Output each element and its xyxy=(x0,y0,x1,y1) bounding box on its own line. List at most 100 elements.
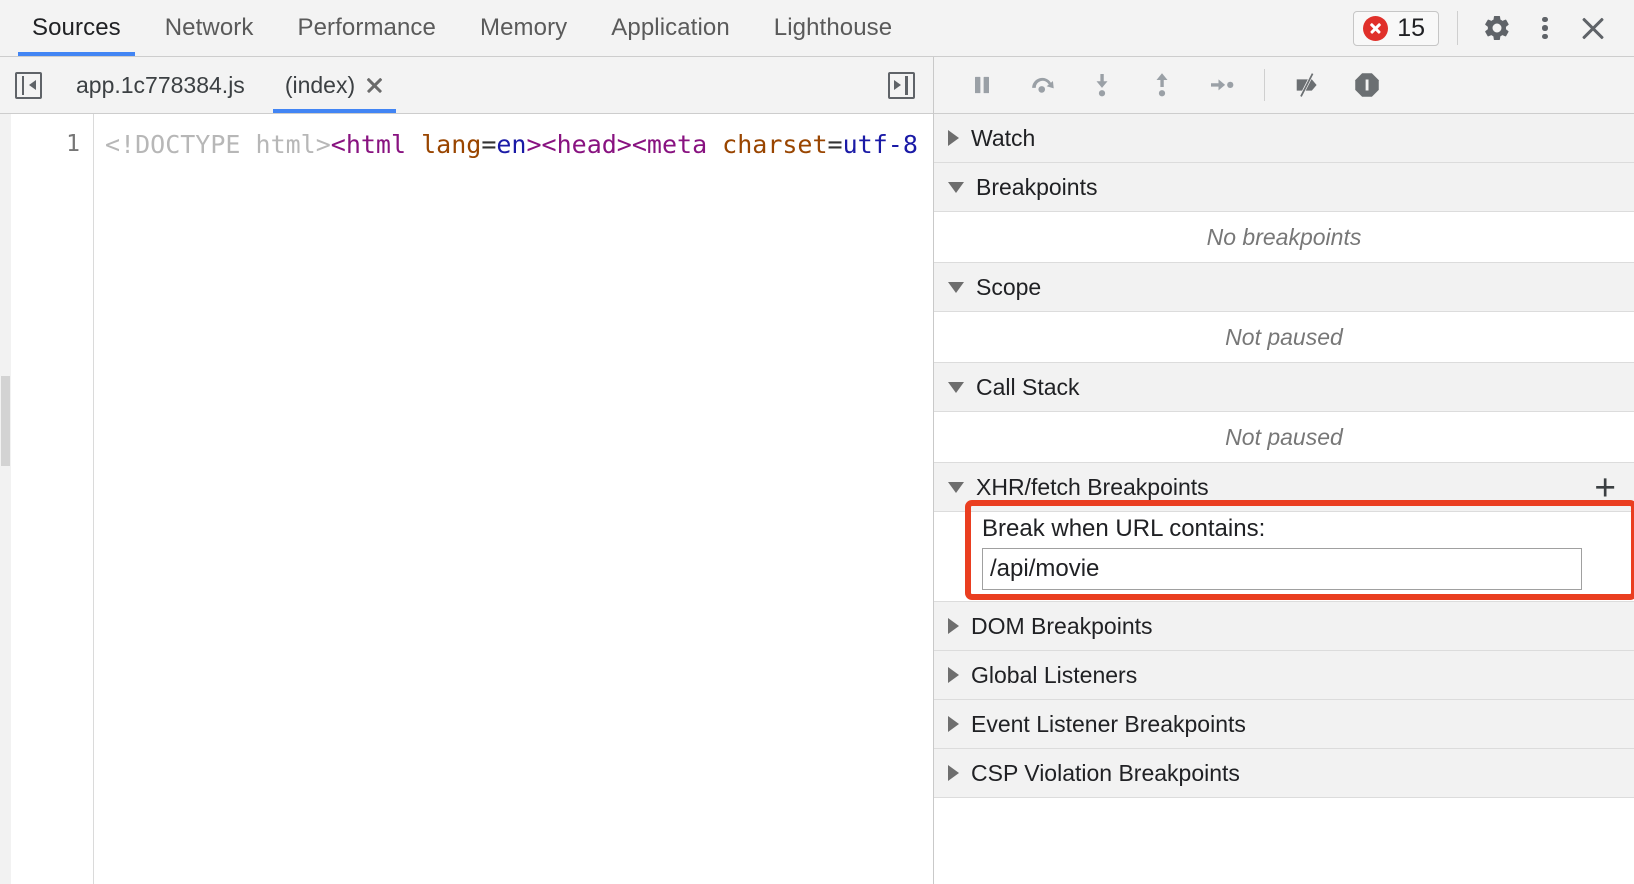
tab-lighthouse-label: Lighthouse xyxy=(773,14,893,41)
code-token-lang-attr: lang xyxy=(406,130,482,159)
sidebar-section-watch-label: Watch xyxy=(971,124,1036,151)
pause-resume-button[interactable] xyxy=(954,61,1010,109)
chevron-down-icon xyxy=(948,381,964,393)
tab-memory-label: Memory xyxy=(479,14,568,41)
xhr-breakpoint-prompt: Break when URL contains: xyxy=(982,515,1266,542)
deactivate-breakpoints-icon xyxy=(1296,72,1317,98)
tabbar-actions: 15 xyxy=(1353,0,1634,56)
scope-empty-text: Not paused xyxy=(1225,323,1343,350)
code-token-eq-1: = xyxy=(481,130,497,159)
tab-performance-label: Performance xyxy=(297,14,436,41)
show-debugger-sidebar-icon xyxy=(887,71,915,99)
sidebar-section-call-stack-label: Call Stack xyxy=(976,373,1080,400)
kebab-menu-icon xyxy=(1542,14,1548,43)
tab-close-icon[interactable] xyxy=(365,76,384,95)
file-tab-app-js[interactable]: app.1c778384.js xyxy=(56,57,265,113)
tab-sources-label: Sources xyxy=(32,14,121,41)
add-xhr-breakpoint-button[interactable]: + xyxy=(1594,469,1616,506)
code-token-utf8-value: utf-8 xyxy=(842,130,918,159)
sidebar-section-dom-breakpoints-label: DOM Breakpoints xyxy=(971,612,1153,639)
file-tab-app-js-label: app.1c778384.js xyxy=(76,71,245,98)
debugger-sidebar-pane: Watch Breakpoints No breakpoints Scope N… xyxy=(934,57,1634,884)
code-token-gt-1: > xyxy=(526,130,542,159)
code-token-meta-tag: <meta xyxy=(631,130,708,159)
xhr-breakpoint-form: Break when URL contains: xyxy=(982,510,1634,590)
editor-line-number-gutter: 1 xyxy=(11,114,94,884)
devtools-panel-tabbar: Sources Network Performance Memory Appli… xyxy=(0,0,1634,57)
sidebar-section-xhr-breakpoints-label: XHR/fetch Breakpoints xyxy=(976,473,1209,500)
tab-network[interactable]: Network xyxy=(143,0,276,56)
sidebar-section-xhr-breakpoints[interactable]: XHR/fetch Breakpoints + xyxy=(934,463,1634,512)
sources-editor-pane: app.1c778384.js (index) 1 <!DOCTYPE html… xyxy=(0,57,934,884)
call-stack-empty-message: Not paused xyxy=(934,412,1634,463)
sidebar-section-global-listeners-label: Global Listeners xyxy=(971,661,1138,688)
sidebar-section-csp-violation-breakpoints[interactable]: CSP Violation Breakpoints xyxy=(934,749,1634,798)
tab-memory[interactable]: Memory xyxy=(458,0,589,56)
deactivate-breakpoints-button[interactable] xyxy=(1279,61,1335,109)
sidebar-section-breakpoints[interactable]: Breakpoints xyxy=(934,163,1634,212)
file-tab-index-label: (index) xyxy=(284,71,356,98)
chevron-right-icon xyxy=(948,618,959,634)
chevron-right-icon xyxy=(948,130,959,146)
sidebar-section-scope-label: Scope xyxy=(976,273,1042,300)
tab-lighthouse[interactable]: Lighthouse xyxy=(752,0,914,56)
pause-on-exceptions-button[interactable] xyxy=(1339,61,1395,109)
tab-application-label: Application xyxy=(611,14,730,41)
gear-icon xyxy=(1485,15,1509,41)
editor-vertical-scrollbar[interactable] xyxy=(0,114,11,884)
settings-button[interactable] xyxy=(1474,5,1520,51)
step-into-button[interactable] xyxy=(1074,61,1130,109)
code-token-doctype: <!DOCTYPE html> xyxy=(105,130,331,159)
show-debugger-sidebar-button[interactable] xyxy=(869,57,933,113)
chevron-right-icon xyxy=(948,765,959,781)
code-token-en-value: en xyxy=(496,130,527,159)
step-over-button[interactable] xyxy=(1014,61,1070,109)
step-into-icon xyxy=(1096,74,1108,97)
toolbar-divider xyxy=(1457,11,1458,45)
chevron-down-icon xyxy=(948,481,964,493)
step-over-icon xyxy=(1032,77,1054,93)
editor-code-content[interactable]: <!DOCTYPE html><html lang=en><head><meta… xyxy=(94,114,933,884)
tab-sources[interactable]: Sources xyxy=(10,0,143,56)
sidebar-section-scope[interactable]: Scope xyxy=(934,263,1634,312)
chevron-right-icon xyxy=(948,716,959,732)
pause-on-exceptions-icon xyxy=(1355,73,1379,97)
show-navigator-button[interactable] xyxy=(0,57,56,113)
step-button[interactable] xyxy=(1194,61,1250,109)
chevron-down-icon xyxy=(948,281,964,293)
sidebar-section-csp-violation-breakpoints-label: CSP Violation Breakpoints xyxy=(971,759,1240,786)
debugger-toolbar-divider xyxy=(1264,69,1265,101)
breakpoints-empty-message: No breakpoints xyxy=(934,212,1634,263)
sidebar-section-call-stack[interactable]: Call Stack xyxy=(934,363,1634,412)
close-devtools-button[interactable] xyxy=(1570,5,1616,51)
editor-scrollbar-thumb[interactable] xyxy=(1,376,10,466)
file-tabbar: app.1c778384.js (index) xyxy=(0,57,933,114)
xhr-breakpoint-url-input[interactable] xyxy=(982,548,1582,590)
xhr-breakpoint-editor: Break when URL contains: xyxy=(934,500,1634,602)
sidebar-section-dom-breakpoints[interactable]: DOM Breakpoints xyxy=(934,602,1634,651)
error-count-chip[interactable]: 15 xyxy=(1353,10,1439,46)
error-count-label: 15 xyxy=(1397,13,1425,42)
step-out-icon xyxy=(1156,73,1168,97)
scope-empty-message: Not paused xyxy=(934,312,1634,363)
step-out-button[interactable] xyxy=(1134,61,1190,109)
sidebar-section-global-listeners[interactable]: Global Listeners xyxy=(934,651,1634,700)
pause-icon xyxy=(975,76,989,94)
code-token-eq-2: = xyxy=(827,130,843,159)
chevron-down-icon xyxy=(948,181,964,193)
tab-performance[interactable]: Performance xyxy=(275,0,458,56)
code-token-charset-attr: charset xyxy=(707,130,828,159)
more-options-button[interactable] xyxy=(1522,5,1568,51)
debugger-toolbar xyxy=(934,57,1634,114)
call-stack-empty-text: Not paused xyxy=(1225,423,1343,450)
panel-tab-list: Sources Network Performance Memory Appli… xyxy=(0,0,914,56)
line-number-1: 1 xyxy=(66,131,80,157)
close-icon xyxy=(1578,13,1608,43)
error-circle-icon xyxy=(1363,15,1389,41)
sidebar-section-event-listener-breakpoints-label: Event Listener Breakpoints xyxy=(971,710,1246,737)
file-tab-index[interactable]: (index) xyxy=(265,57,404,113)
tab-application[interactable]: Application xyxy=(589,0,752,56)
sidebar-section-breakpoints-label: Breakpoints xyxy=(976,173,1098,200)
sidebar-section-watch[interactable]: Watch xyxy=(934,114,1634,163)
sidebar-section-event-listener-breakpoints[interactable]: Event Listener Breakpoints xyxy=(934,700,1634,749)
